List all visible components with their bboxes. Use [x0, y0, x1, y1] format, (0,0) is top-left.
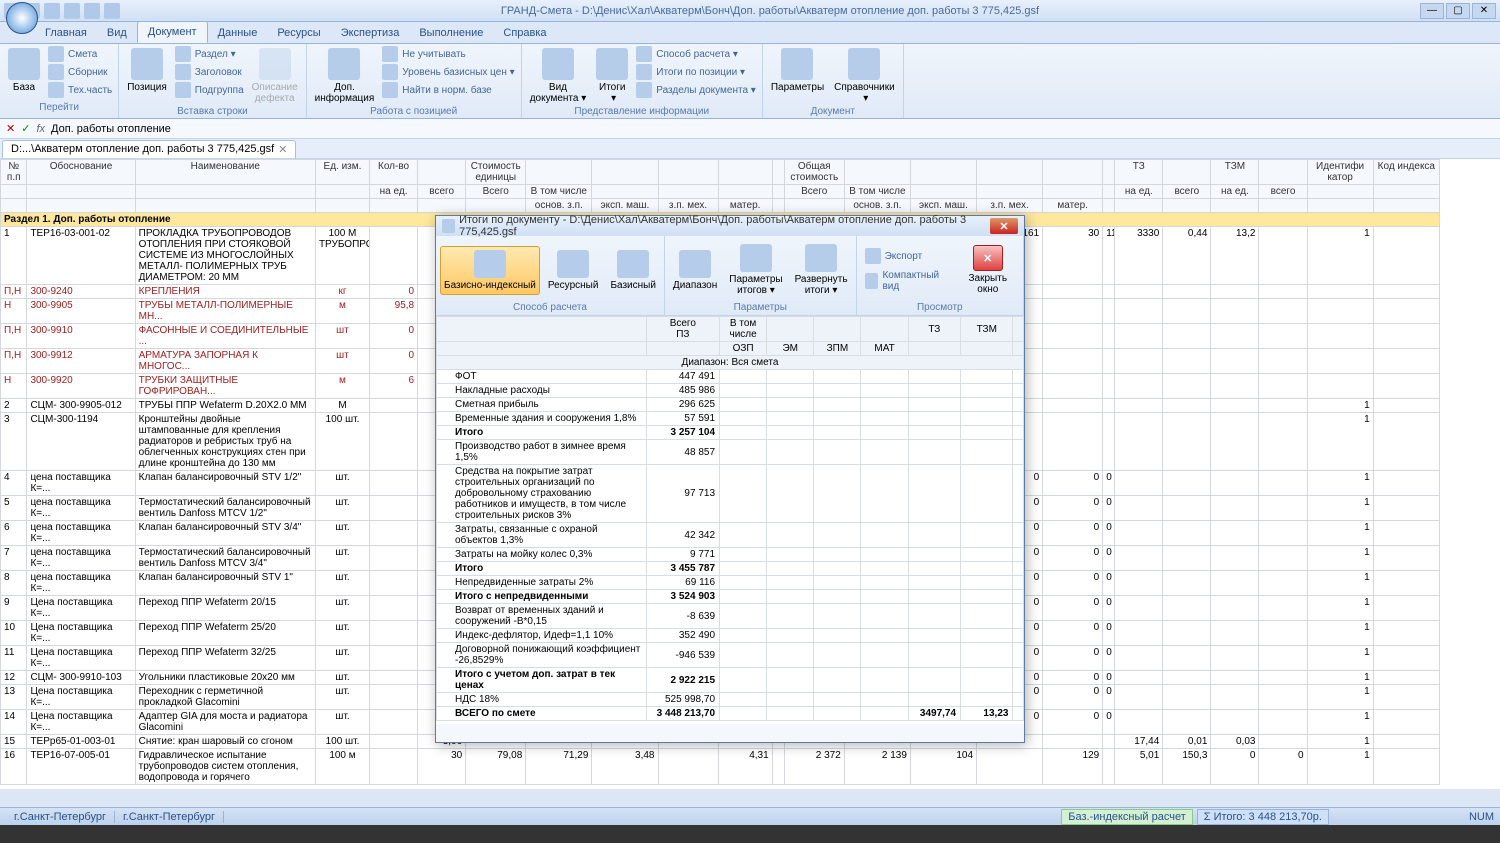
totals-table[interactable]: ВсегоПЗВ том числеТЗТЗМОЗПЭМЗПММАТДиапаз… — [436, 316, 1024, 721]
ribbon-button[interactable]: База — [6, 46, 42, 95]
formula-bar: ✕ ✓ fx — [0, 119, 1500, 139]
ribbon-button[interactable]: Справочники ▾ — [832, 46, 897, 106]
totals-row[interactable]: Производство работ в зимнее время 1,5%48… — [437, 440, 1024, 465]
close-icon[interactable]: ✕ — [278, 143, 287, 156]
ribbon-small-button[interactable]: Раздел ▾ — [175, 46, 244, 62]
fx-icon[interactable]: fx — [36, 123, 45, 135]
ribbon-tabs: ГлавнаяВидДокументДанныеРесурсыЭкспертиз… — [0, 22, 1500, 44]
formula-input[interactable] — [51, 123, 1494, 135]
dialog-icon — [442, 219, 455, 233]
totals-row[interactable]: Временные здания и сооружения 1,8%57 591 — [437, 412, 1024, 426]
ribbon-small-button[interactable]: Сборник — [48, 64, 112, 80]
totals-dialog: Итоги по документу - D:\Денис\Хал\Аквате… — [435, 215, 1025, 743]
accept-icon[interactable]: ✓ — [21, 122, 30, 135]
ribbon: БазаСметаСборникТех.частьПерейтиПозицияР… — [0, 44, 1500, 119]
qat-icon[interactable] — [64, 3, 80, 19]
ribbon-button[interactable]: Параметры — [769, 46, 826, 95]
ribbon-small-button[interactable]: Тех.часть — [48, 82, 112, 98]
totals-row[interactable]: Непредвиденные затраты 2%69 116 — [437, 576, 1024, 590]
totals-row[interactable]: Возврат от временных зданий и сооружений… — [437, 604, 1024, 629]
ribbon-small-button[interactable]: Найти в норм. базе — [382, 82, 514, 98]
ribbon-tab[interactable]: Документ — [137, 21, 208, 43]
totals-row[interactable]: Итого3 257 104 — [437, 426, 1024, 440]
total-badge: Σ Итого: 3 448 213,70р. — [1197, 809, 1329, 825]
params-button[interactable]: Диапазон — [669, 246, 721, 295]
totals-row[interactable]: ВСЕГО по смете3 448 213,703497,7413,23 — [437, 707, 1024, 721]
qat-icon[interactable] — [104, 3, 120, 19]
ribbon-small-button[interactable]: Уровень базисных цен ▾ — [382, 64, 514, 80]
title-bar: ГРАНД-Смета - D:\Денис\Хал\Акватерм\Бонч… — [0, 0, 1500, 22]
calc-method-button[interactable]: Ресурсный — [544, 246, 603, 295]
taskbar — [0, 825, 1500, 843]
ribbon-small-button[interactable]: Заголовок — [175, 64, 244, 80]
params-button[interactable]: Параметры итогов ▾ — [725, 240, 786, 300]
dialog-content: ВсегоПЗВ том числеТЗТЗМОЗПЭМЗПММАТДиапаз… — [436, 316, 1024, 724]
totals-row[interactable]: Накладные расходы485 986 — [437, 384, 1024, 398]
calc-mode-badge[interactable]: Баз.-индексный расчет — [1061, 809, 1192, 825]
ribbon-tab[interactable]: Экспертиза — [331, 23, 410, 43]
window-title: ГРАНД-Смета - D:\Денис\Хал\Акватерм\Бонч… — [120, 5, 1420, 17]
totals-row[interactable]: Итого с учетом доп. затрат в тек ценах2 … — [437, 668, 1024, 693]
totals-row[interactable]: Договорной понижающий коэффициент -26,85… — [437, 643, 1024, 668]
dialog-title-bar: Итоги по документу - D:\Денис\Хал\Аквате… — [436, 216, 1024, 236]
totals-row[interactable]: Сметная прибыль296 625 — [437, 398, 1024, 412]
ribbon-button[interactable]: Позиция — [125, 46, 169, 95]
params-button[interactable]: Развернуть итоги ▾ — [791, 240, 852, 300]
ribbon-button[interactable]: Доп. информация — [313, 46, 377, 106]
ribbon-small-button[interactable]: Итоги по позиции ▾ — [636, 64, 756, 80]
totals-row[interactable]: Индекс-дефлятор, Идеф=1,1 10%352 490 — [437, 629, 1024, 643]
ribbon-tab[interactable]: Главная — [35, 23, 97, 43]
qat-icon[interactable] — [44, 3, 60, 19]
totals-row[interactable]: Итого с непредвиденными3 524 903 — [437, 590, 1024, 604]
qat-icon[interactable] — [84, 3, 100, 19]
ribbon-tab[interactable]: Ресурсы — [267, 23, 330, 43]
ribbon-button[interactable]: Описание дефекта — [250, 46, 300, 106]
office-button[interactable] — [6, 2, 38, 34]
ribbon-tab[interactable]: Вид — [97, 23, 137, 43]
ribbon-small-button[interactable]: Способ расчета ▾ — [636, 46, 756, 62]
dialog-close-button[interactable]: ✕ — [990, 218, 1018, 234]
totals-row[interactable]: ФОТ447 491 — [437, 370, 1024, 384]
document-tabs: D:...\Акватерм отопление доп. работы 3 7… — [0, 139, 1500, 159]
minimize-button[interactable]: — — [1420, 3, 1444, 19]
totals-row[interactable]: Затраты, связанные с охраной объектов 1,… — [437, 523, 1024, 548]
ribbon-small-button[interactable]: Не учитывать — [382, 46, 514, 62]
totals-row[interactable]: Итого3 455 787 — [437, 562, 1024, 576]
ribbon-button[interactable]: Вид документа ▾ — [528, 46, 589, 106]
close-window-button[interactable]: ✕ — [973, 245, 1003, 271]
close-button[interactable]: ✕ — [1472, 3, 1496, 19]
document-tab[interactable]: D:...\Акватерм отопление доп. работы 3 7… — [2, 140, 296, 158]
table-row[interactable]: 16ТЕР16-07-005-01Гидравлическое испытани… — [1, 749, 1440, 785]
ribbon-small-button[interactable]: Разделы документа ▾ — [636, 82, 756, 98]
totals-row[interactable]: Затраты на мойку колес 0,3%9 771 — [437, 548, 1024, 562]
ribbon-button[interactable]: Итоги ▾ — [594, 46, 630, 106]
ribbon-small-button[interactable]: Смета — [48, 46, 112, 62]
ribbon-small-button[interactable]: Подгруппа — [175, 82, 244, 98]
ribbon-tab[interactable]: Данные — [208, 23, 268, 43]
view-link[interactable]: Компактный вид — [865, 270, 949, 292]
dialog-ribbon: Базисно-индексныйРесурсныйБазисный Спосо… — [436, 236, 1024, 316]
view-link[interactable]: Экспорт — [865, 248, 949, 264]
calc-method-button[interactable]: Базисный — [606, 246, 659, 295]
ribbon-tab[interactable]: Справка — [493, 23, 556, 43]
ribbon-tab[interactable]: Выполнение — [409, 23, 493, 43]
cancel-icon[interactable]: ✕ — [6, 122, 15, 135]
totals-row[interactable]: НДС 18%525 998,70 — [437, 693, 1024, 707]
maximize-button[interactable]: ▢ — [1446, 3, 1470, 19]
status-bar: г.Санкт-Петербург г.Санкт-Петербург Баз.… — [0, 807, 1500, 825]
calc-method-button[interactable]: Базисно-индексный — [440, 246, 540, 295]
totals-row[interactable]: Средства на покрытие затрат строительных… — [437, 465, 1024, 523]
